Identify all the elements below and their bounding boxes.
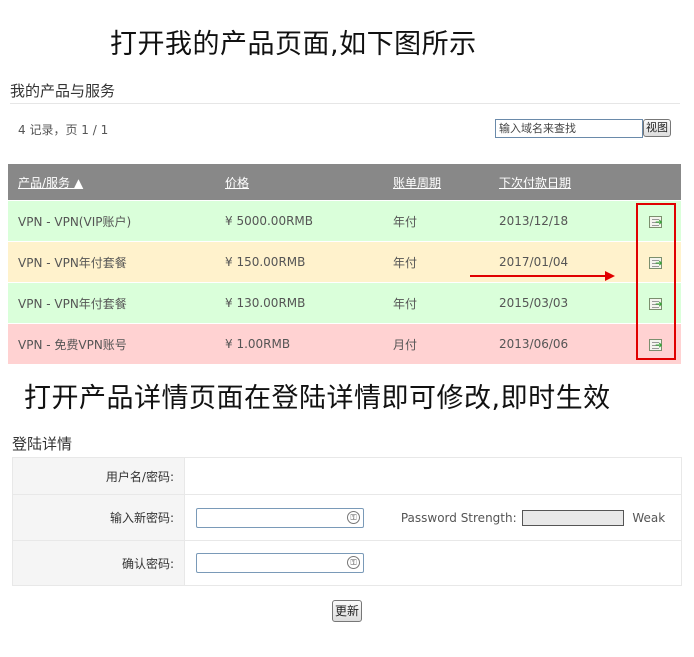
cell-cycle: 月付 — [383, 323, 489, 364]
cell-product: VPN - VPN年付套餐 — [8, 282, 215, 324]
password-strength-meter — [522, 509, 625, 526]
key-icon: ⚿ — [347, 510, 360, 524]
password-strength-label: Password Strength: — [400, 510, 517, 525]
new-password-cell: ⚿ Password Strength: Weak — [184, 494, 682, 541]
cell-cycle: 年付 — [383, 200, 489, 242]
section-divider — [10, 103, 680, 104]
record-count: 4 记录，页 1 / 1 — [18, 123, 109, 137]
password-strength-value: Weak — [632, 510, 666, 525]
confirm-password-label: 确认密码: — [12, 540, 185, 586]
table-row[interactable]: VPN - 免费VPN账号 ¥ 1.00RMB 月付 2013/06/06 — [8, 323, 681, 364]
form-row: 用户名/密码: — [12, 457, 682, 495]
new-password-field[interactable]: ⚿ — [196, 507, 364, 528]
username-value — [184, 457, 682, 495]
key-icon: ⚿ — [347, 556, 360, 569]
cell-price: ¥ 1.00RMB — [215, 323, 383, 364]
column-header-next-due[interactable]: 下次付款日期 — [489, 164, 624, 201]
section-title-login: 登陆详情 — [12, 435, 73, 453]
cell-due-date: 2013/12/18 — [489, 200, 624, 242]
update-button[interactable]: 更新 — [332, 600, 363, 622]
column-header-actions — [624, 164, 681, 201]
search-button[interactable]: 视图 — [643, 119, 671, 137]
confirm-password-cell: ⚿ — [184, 540, 682, 586]
table-row[interactable]: VPN - VPN(VIP账户) ¥ 5000.00RMB 年付 2013/12… — [8, 200, 681, 242]
cell-price: ¥ 150.00RMB — [215, 241, 383, 283]
column-header-cycle[interactable]: 账单周期 — [383, 164, 489, 201]
table-row[interactable]: VPN - VPN年付套餐 ¥ 130.00RMB 年付 2015/03/03 — [8, 282, 681, 324]
column-header-price[interactable]: 价格 — [215, 164, 383, 201]
table-header-row: 产品/服务 ▲ 价格 账单周期 下次付款日期 — [8, 164, 681, 201]
annotation-arrow-head-icon — [605, 271, 615, 281]
cell-due-date: 2015/03/03 — [489, 282, 624, 324]
cell-product: VPN - VPN年付套餐 — [8, 241, 215, 283]
instruction-banner-middle: 打开产品详情页面在登陆详情即可修改,即时生效 — [24, 383, 611, 414]
column-header-product[interactable]: 产品/服务 ▲ — [8, 164, 215, 201]
cell-product: VPN - VPN(VIP账户) — [8, 200, 215, 242]
products-table: 产品/服务 ▲ 价格 账单周期 下次付款日期 VPN - VPN(VIP账户) … — [8, 164, 681, 364]
login-details-form: 用户名/密码: 输入新密码: ⚿ Password Strength: Weak… — [12, 457, 682, 586]
username-label: 用户名/密码: — [12, 457, 185, 495]
annotation-highlight-box — [636, 203, 676, 360]
cell-due-date: 2013/06/06 — [489, 323, 624, 364]
search-input[interactable] — [495, 119, 643, 138]
cell-product: VPN - 免费VPN账号 — [8, 323, 215, 364]
confirm-password-field[interactable]: ⚿ — [196, 553, 364, 573]
cell-price: ¥ 5000.00RMB — [215, 200, 383, 242]
cell-price: ¥ 130.00RMB — [215, 282, 383, 324]
annotation-arrow-line — [470, 275, 608, 277]
form-row: 输入新密码: ⚿ Password Strength: Weak — [12, 494, 682, 541]
section-title-products: 我的产品与服务 — [10, 82, 116, 100]
new-password-label: 输入新密码: — [12, 494, 185, 541]
cell-cycle: 年付 — [383, 282, 489, 324]
form-row: 确认密码: ⚿ — [12, 540, 682, 586]
instruction-banner-top: 打开我的产品页面,如下图所示 — [110, 29, 477, 60]
